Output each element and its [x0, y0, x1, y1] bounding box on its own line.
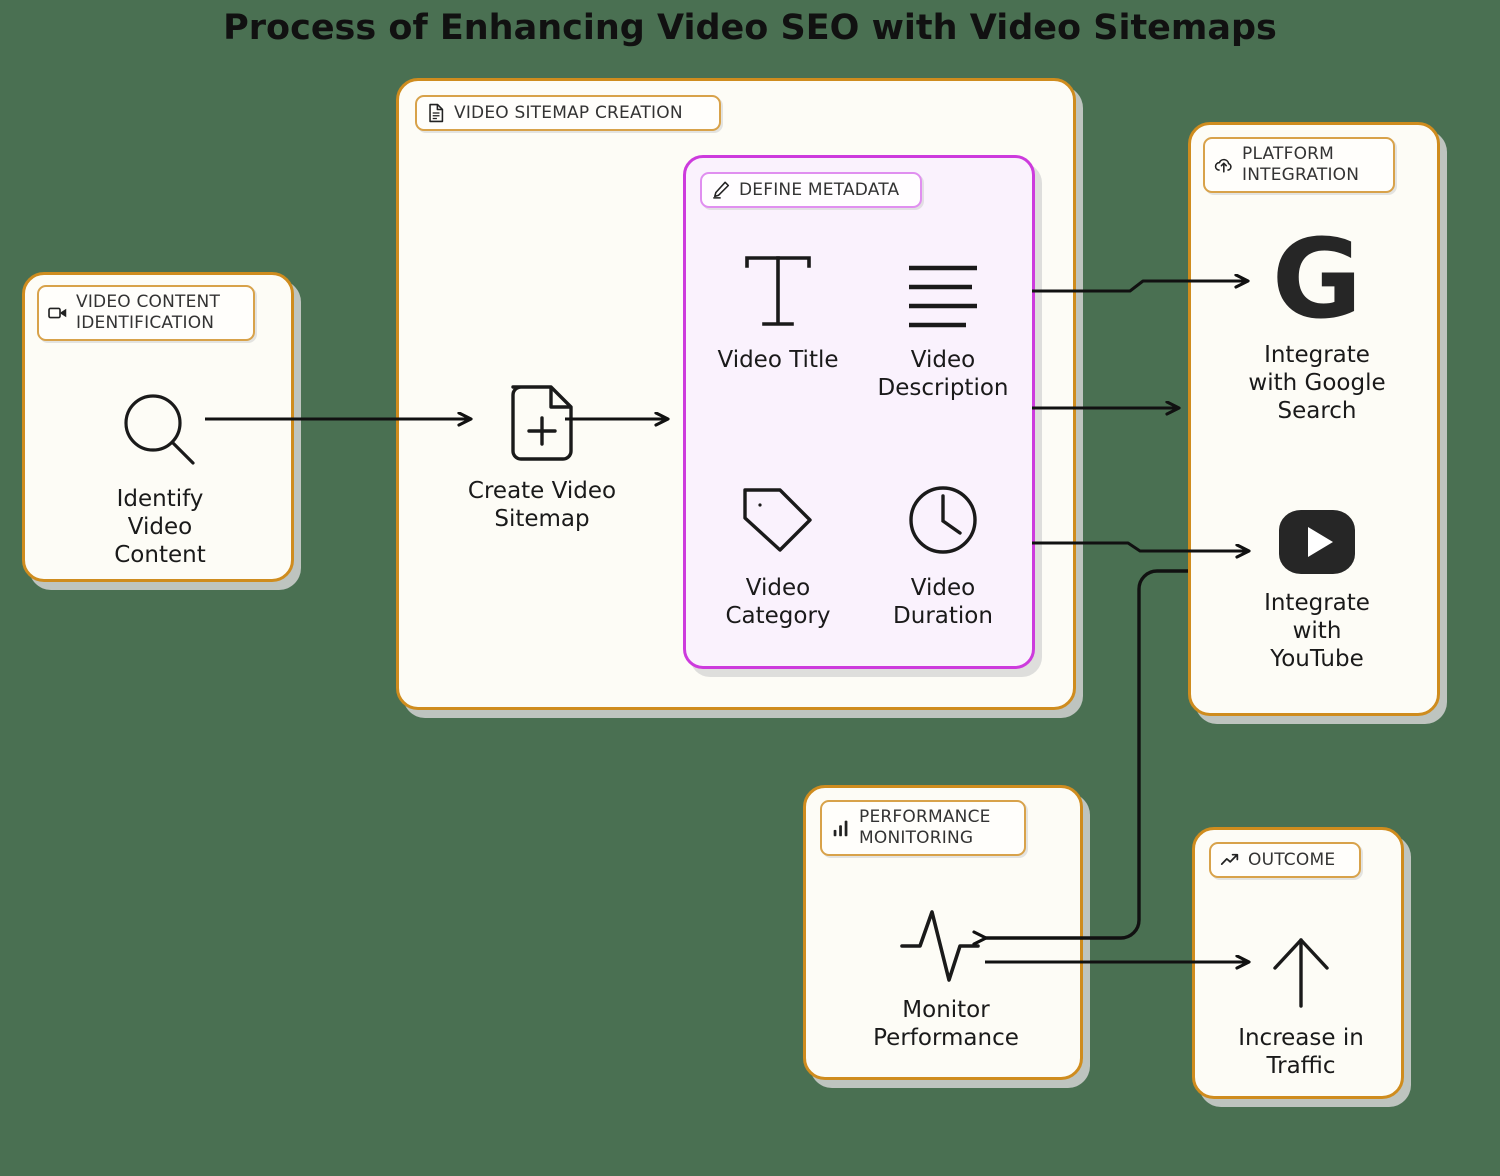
node-label: Video Title — [717, 347, 839, 373]
node-label: Integrate with Google Search — [1248, 342, 1386, 424]
container-performance-monitoring[interactable]: PERFORMANCE MONITORING Monitor Performan… — [803, 785, 1083, 1080]
container-video-sitemap-creation[interactable]: VIDEO SITEMAP CREATION Create Video Site… — [396, 78, 1076, 710]
video-camera-icon — [48, 307, 67, 319]
google-g-icon: G — [1272, 231, 1362, 331]
container-video-content-identification[interactable]: VIDEO CONTENT IDENTIFICATION Identify Vi… — [22, 272, 294, 582]
chip-outcome: OUTCOME — [1209, 842, 1361, 878]
cloud-upload-icon — [1214, 158, 1232, 173]
node-label: Create Video Sitemap — [467, 478, 617, 532]
text-t-icon — [745, 256, 811, 326]
diagram-canvas: Process of Enhancing Video SEO with Vide… — [0, 0, 1500, 1176]
bar-chart-icon — [833, 820, 848, 837]
node-identify-video-content[interactable]: Identify Video Content — [60, 385, 260, 569]
container-outcome[interactable]: OUTCOME Increase in Traffic — [1192, 827, 1404, 1099]
chip-performance-monitoring: PERFORMANCE MONITORING — [820, 800, 1026, 856]
youtube-icon — [1279, 510, 1355, 574]
node-increase-in-traffic[interactable]: Increase in Traffic — [1211, 930, 1391, 1080]
node-label: Integrate with YouTube — [1264, 590, 1370, 672]
node-video-description[interactable]: Video Description — [858, 248, 1028, 402]
document-plus-icon — [511, 385, 573, 461]
node-video-category[interactable]: Video Category — [698, 478, 858, 630]
svg-text:G: G — [1272, 231, 1362, 331]
node-create-video-sitemap[interactable]: Create Video Sitemap — [447, 381, 637, 533]
chip-label: VIDEO CONTENT IDENTIFICATION — [76, 292, 221, 333]
chip-define-metadata: DEFINE METADATA — [700, 172, 922, 208]
container-define-metadata[interactable]: DEFINE METADATA Video Title Video Descri… — [683, 155, 1035, 669]
chip-platform-integration: PLATFORM INTEGRATION — [1203, 137, 1395, 193]
chip-label: PLATFORM INTEGRATION — [1242, 144, 1360, 185]
chip-label: DEFINE METADATA — [739, 179, 900, 200]
node-integrate-with-youtube[interactable]: Integrate with YouTube — [1217, 505, 1417, 673]
node-label: Video Duration — [893, 575, 993, 629]
trend-up-icon — [1220, 853, 1239, 865]
clock-icon — [909, 486, 977, 554]
node-label: Video Description — [877, 347, 1009, 401]
pulse-icon — [900, 910, 980, 982]
page-title: Process of Enhancing Video SEO with Vide… — [223, 8, 1277, 48]
chip-label: VIDEO SITEMAP CREATION — [454, 102, 683, 123]
chip-video-sitemap-creation: VIDEO SITEMAP CREATION — [415, 95, 721, 131]
chip-video-content-identification: VIDEO CONTENT IDENTIFICATION — [37, 285, 255, 341]
chip-label: PERFORMANCE MONITORING — [859, 807, 991, 848]
node-integrate-with-google-search[interactable]: G Integrate with Google Search — [1217, 231, 1417, 425]
chip-label: OUTCOME — [1248, 849, 1336, 870]
node-label: Identify Video Content — [114, 486, 206, 568]
magnifier-icon — [124, 394, 195, 465]
document-icon — [429, 103, 444, 123]
node-label: Increase in Traffic — [1238, 1025, 1364, 1079]
node-label: Monitor Performance — [873, 997, 1019, 1051]
tag-icon — [743, 488, 812, 552]
arrow-up-icon — [1273, 938, 1329, 1008]
node-video-title[interactable]: Video Title — [698, 248, 858, 374]
container-platform-integration[interactable]: PLATFORM INTEGRATION G Integrate with Go… — [1188, 122, 1440, 716]
pencil-icon — [713, 181, 730, 199]
node-video-duration[interactable]: Video Duration — [858, 478, 1028, 630]
node-label: Video Category — [725, 575, 831, 629]
text-lines-icon — [909, 265, 977, 328]
node-monitor-performance[interactable]: Monitor Performance — [826, 900, 1066, 1052]
